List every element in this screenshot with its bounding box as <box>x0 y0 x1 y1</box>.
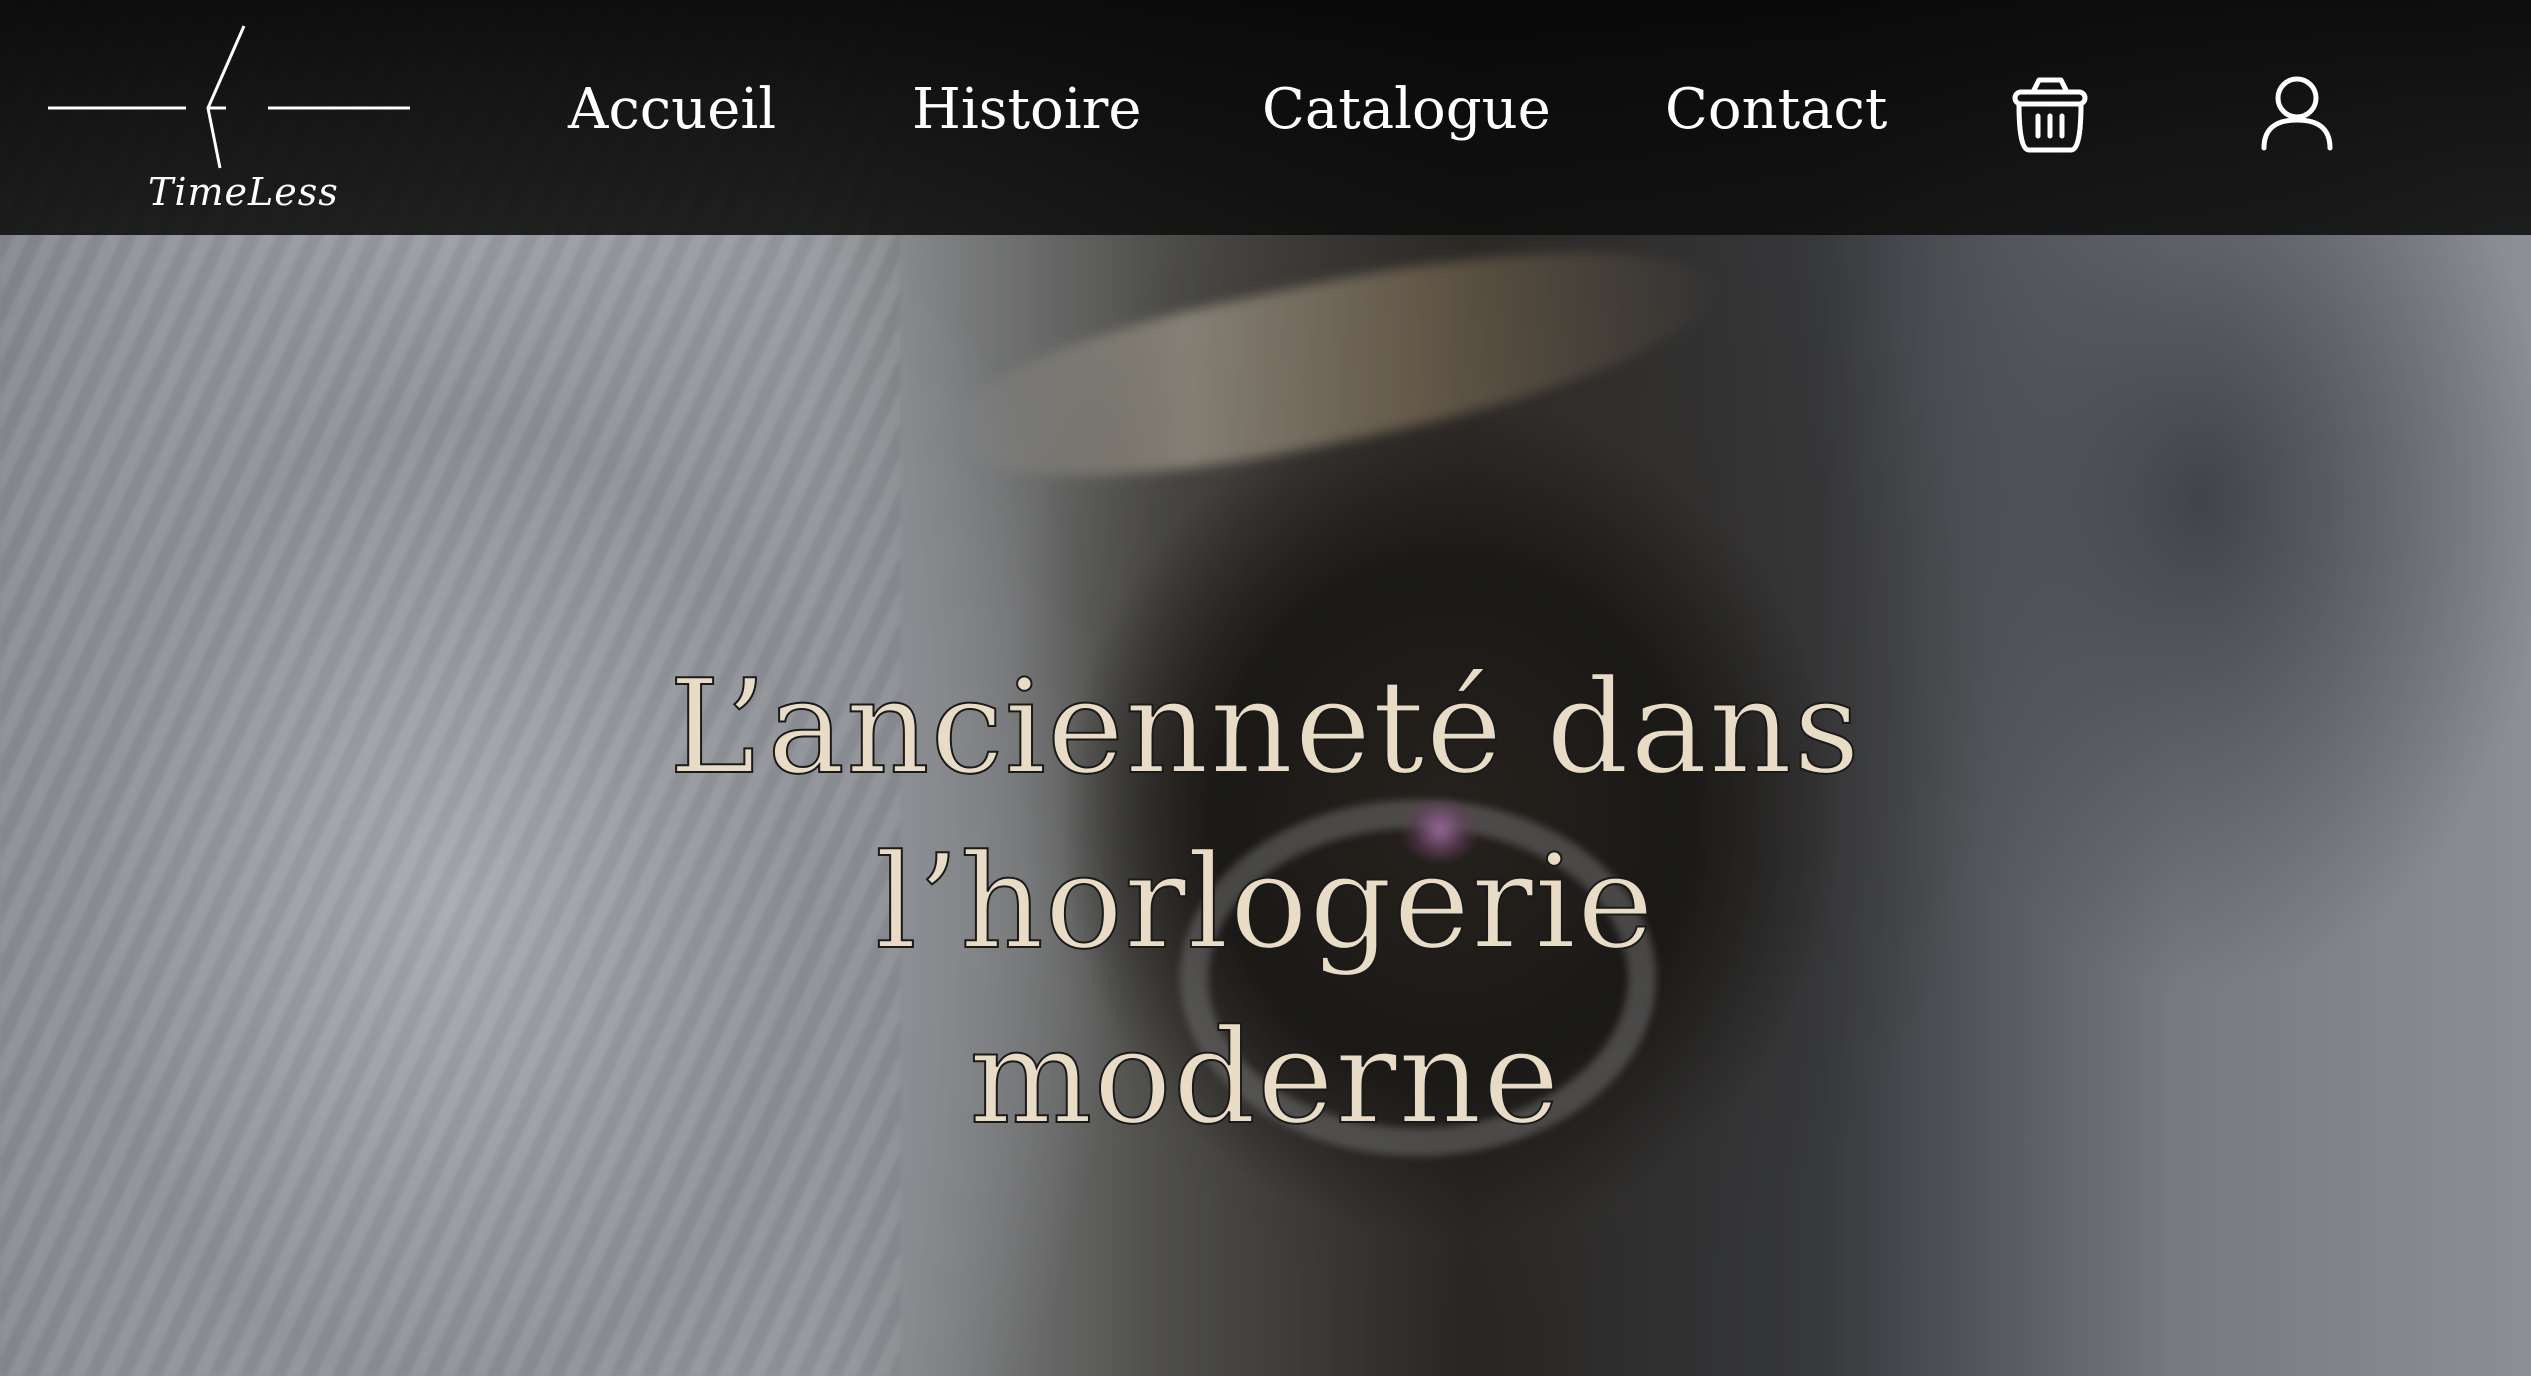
hero-headline: L’ancienneté dans l’horlogerie moderne <box>265 640 2265 1165</box>
brand-name: TimeLess <box>148 170 339 214</box>
hero-headline-line-1: L’ancienneté dans l’horlogerie <box>668 650 1862 979</box>
basket-icon <box>2012 77 2088 153</box>
nav-item-catalogue[interactable]: Catalogue <box>1262 70 1551 150</box>
nav-item-contact[interactable]: Contact <box>1665 70 1887 150</box>
nav-item-histoire[interactable]: Histoire <box>912 70 1142 150</box>
hero-headline-line-2: moderne <box>968 1000 1561 1154</box>
site-header: TimeLess Accueil Histoire Catalogue Cont… <box>0 0 2531 235</box>
account-button[interactable] <box>2252 70 2342 160</box>
basket-button[interactable] <box>2005 70 2095 160</box>
user-icon <box>2261 76 2333 151</box>
logo-arrow-icon <box>48 25 410 169</box>
brand-logo[interactable]: TimeLess <box>40 20 420 220</box>
page: TimeLess Accueil Histoire Catalogue Cont… <box>0 0 2531 1376</box>
nav-item-accueil[interactable]: Accueil <box>568 70 776 150</box>
